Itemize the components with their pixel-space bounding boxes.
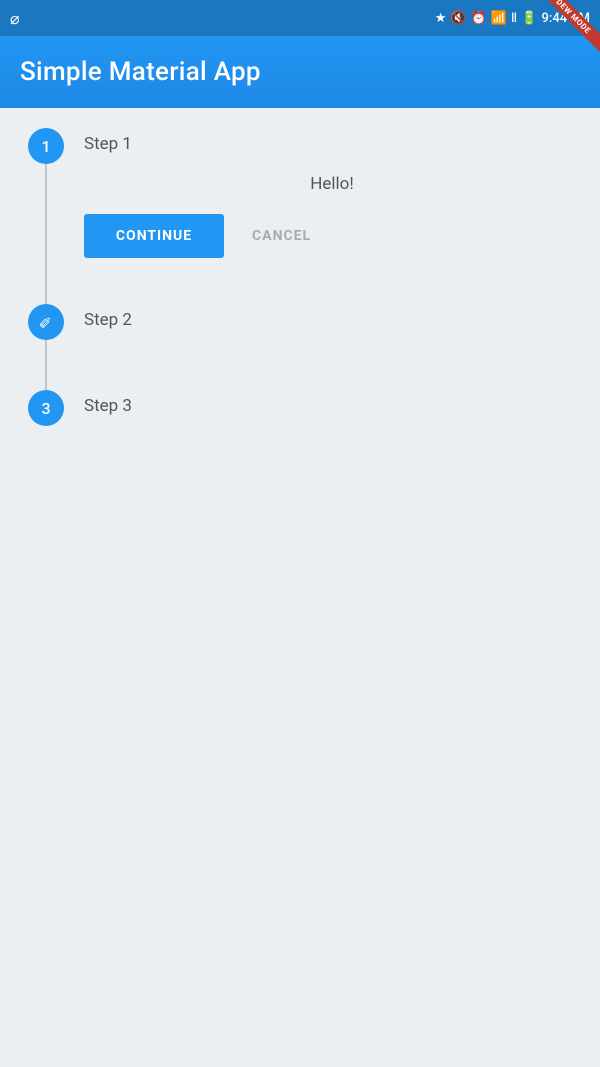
step-1-body: Hello! CONTINUE CANCEL (84, 164, 580, 278)
step-1-content: Step 1 Hello! CONTINUE CANCEL (72, 128, 580, 304)
stepper: 1 Step 1 Hello! CONTINUE CANCEL ✏ (20, 128, 580, 436)
app-title: Simple Material App (20, 57, 261, 87)
dew-mode-label: DEW MODE (540, 0, 600, 53)
dew-mode-ribbon: DEW MODE (540, 0, 600, 60)
wifi-icon: 📶 (491, 11, 507, 26)
battery-icon: 🔋 (521, 11, 537, 26)
mute-icon: 🔇 (450, 11, 466, 26)
signal-icon: Ⅱ (511, 11, 517, 26)
step-3-content: Step 3 (72, 390, 580, 436)
usb-icon: ⌀ (10, 9, 20, 28)
step-2-edit-icon: ✏ (35, 311, 58, 334)
step-2-left: ✏ (20, 304, 72, 390)
step-1-circle: 1 (28, 128, 64, 164)
alarm-icon: ⏰ (471, 11, 487, 26)
step-3-circle: 3 (28, 390, 64, 426)
step-1-buttons: CONTINUE CANCEL (84, 214, 580, 258)
status-bar: ⌀ ★ 🔇 ⏰ 📶 Ⅱ 🔋 9:44 PM DEW MODE (0, 0, 600, 36)
connector-2-3 (45, 340, 47, 390)
step-1-left: 1 (20, 128, 72, 304)
status-bar-left: ⌀ (10, 9, 20, 28)
step-2-label: Step 2 (84, 310, 580, 330)
app-bar: Simple Material App (0, 36, 600, 108)
content: 1 Step 1 Hello! CONTINUE CANCEL ✏ (0, 108, 600, 1067)
step-1-section: 1 Step 1 Hello! CONTINUE CANCEL (20, 128, 580, 304)
step-1-label: Step 1 (84, 134, 580, 154)
continue-button[interactable]: CONTINUE (84, 214, 224, 258)
step-3-label: Step 3 (84, 396, 580, 416)
cancel-button[interactable]: CANCEL (240, 214, 323, 258)
step-3-section: 3 Step 3 (20, 390, 580, 436)
bluetooth-icon: ★ (435, 11, 447, 26)
connector-1-2 (45, 164, 47, 304)
step-1-body-text: Hello! (84, 174, 580, 194)
step-3-number: 3 (41, 399, 50, 418)
step-2-content: Step 2 (72, 304, 580, 390)
step-2-circle: ✏ (28, 304, 64, 340)
step-3-left: 3 (20, 390, 72, 436)
step-1-number: 1 (41, 137, 50, 156)
step-2-section: ✏ Step 2 (20, 304, 580, 390)
